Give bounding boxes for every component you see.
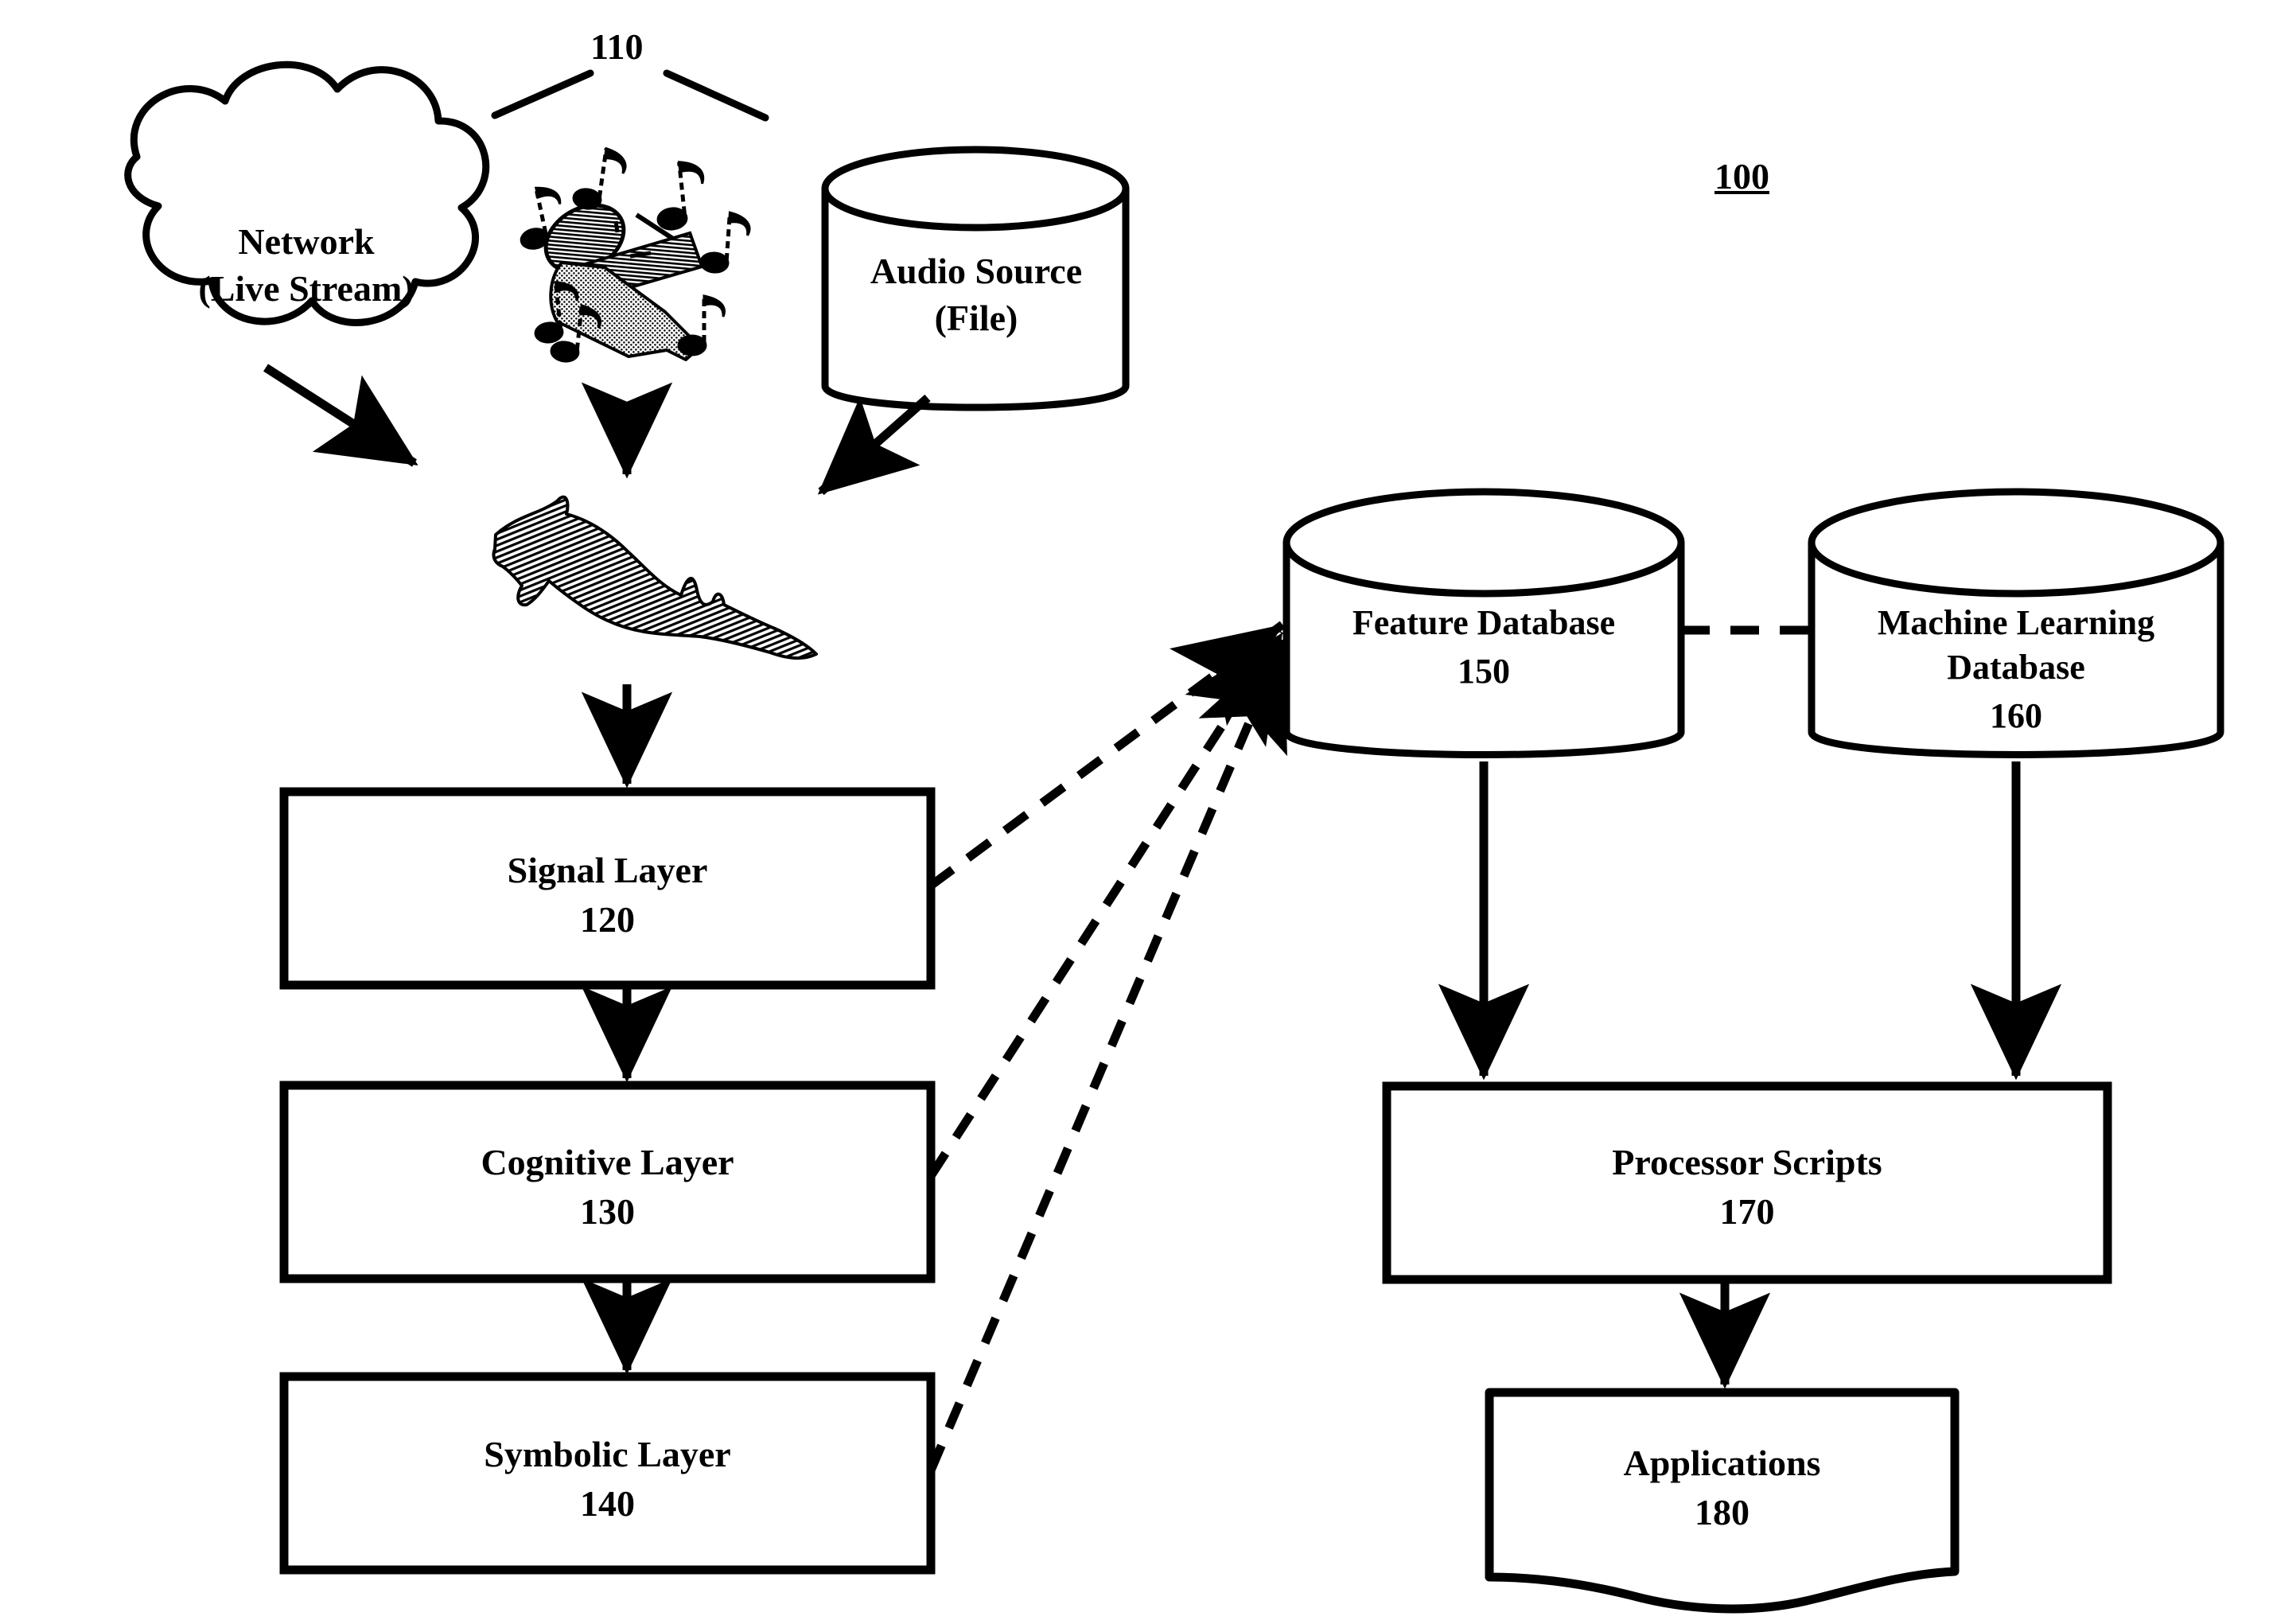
dashed-feature-db-links: [926, 621, 1289, 1473]
symbolic-layer-node: [284, 1377, 931, 1570]
waveform-node: [477, 485, 835, 676]
feature-database-node: [1286, 492, 1681, 762]
microphone-node: [501, 175, 756, 382]
dashed-arrow-cognitive-to-feature-db: [927, 630, 1286, 1178]
audio-source-node: [825, 150, 1126, 416]
patent-figure-diagram: 110 100 Network (Live Stream) Audio Sour…: [0, 0, 2273, 1624]
network-cloud-node: [119, 54, 565, 349]
cognitive-layer-node: [284, 1085, 931, 1279]
signal-layer-node: [284, 792, 931, 985]
figure-ref-number: 100: [1714, 156, 1769, 197]
machine-learning-database-node: [1812, 492, 2220, 762]
sources-bracket-ref-number: 110: [590, 26, 644, 67]
processor-scripts-node: [1387, 1086, 2108, 1279]
dashed-arrow-signal-to-feature-db: [928, 621, 1286, 890]
applications-node: [1489, 1392, 1955, 1609]
arrow-network-to-waveform: [263, 364, 418, 467]
dashed-arrow-symbolic-to-feature-db: [926, 638, 1289, 1473]
